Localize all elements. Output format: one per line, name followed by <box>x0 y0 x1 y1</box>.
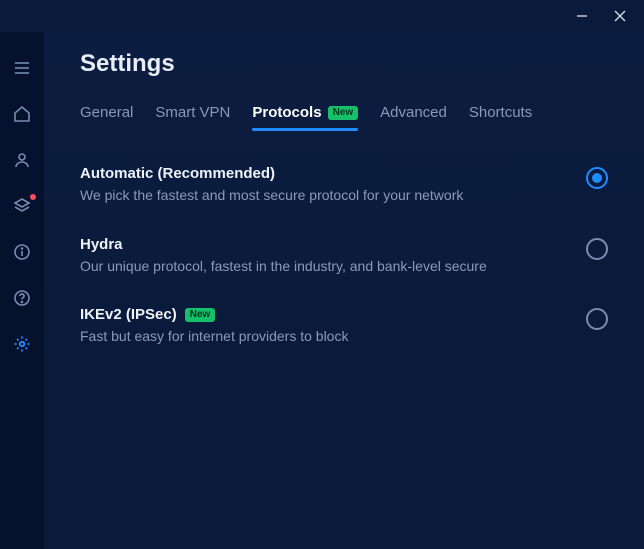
sidebar <box>0 32 44 549</box>
option-text: Automatic (Recommended) We pick the fast… <box>80 165 566 206</box>
tab-label: Advanced <box>380 104 447 121</box>
option-title: Automatic (Recommended) <box>80 165 566 182</box>
window-titlebar <box>0 0 644 32</box>
main-content: Settings General Smart VPN Protocols New… <box>44 32 644 549</box>
page-title: Settings <box>80 50 608 78</box>
protocol-option-hydra[interactable]: Hydra Our unique protocol, fastest in th… <box>80 236 608 277</box>
option-title-text: Hydra <box>80 236 123 253</box>
new-badge: New <box>328 106 359 120</box>
option-title-text: Automatic (Recommended) <box>80 165 275 182</box>
help-icon[interactable] <box>8 284 36 312</box>
tab-label: Shortcuts <box>469 104 532 121</box>
notification-dot-icon <box>30 194 36 200</box>
option-title-text: IKEv2 (IPSec) <box>80 306 177 323</box>
new-badge: New <box>185 308 216 322</box>
user-icon[interactable] <box>8 146 36 174</box>
option-title: Hydra <box>80 236 566 253</box>
home-icon[interactable] <box>8 100 36 128</box>
protocol-option-ikev2[interactable]: IKEv2 (IPSec) New Fast but easy for inte… <box>80 306 608 347</box>
minimize-button[interactable] <box>574 8 590 24</box>
settings-icon[interactable] <box>8 330 36 358</box>
settings-tabs: General Smart VPN Protocols New Advanced… <box>80 104 608 131</box>
tab-label: Protocols <box>252 104 321 121</box>
protocol-option-automatic[interactable]: Automatic (Recommended) We pick the fast… <box>80 165 608 206</box>
close-button[interactable] <box>612 8 628 24</box>
menu-icon[interactable] <box>8 54 36 82</box>
option-description: We pick the fastest and most secure prot… <box>80 186 566 206</box>
tab-general[interactable]: General <box>80 104 133 131</box>
option-description: Fast but easy for internet providers to … <box>80 327 566 347</box>
tab-shortcuts[interactable]: Shortcuts <box>469 104 532 131</box>
radio-button[interactable] <box>586 238 608 260</box>
option-description: Our unique protocol, fastest in the indu… <box>80 257 566 277</box>
info-icon[interactable] <box>8 238 36 266</box>
radio-button[interactable] <box>586 308 608 330</box>
layers-icon[interactable] <box>8 192 36 220</box>
radio-button[interactable] <box>586 167 608 189</box>
tab-advanced[interactable]: Advanced <box>380 104 447 131</box>
tab-smart-vpn[interactable]: Smart VPN <box>155 104 230 131</box>
tab-protocols[interactable]: Protocols New <box>252 104 358 131</box>
tab-label: Smart VPN <box>155 104 230 121</box>
option-text: IKEv2 (IPSec) New Fast but easy for inte… <box>80 306 566 347</box>
option-text: Hydra Our unique protocol, fastest in th… <box>80 236 566 277</box>
option-title: IKEv2 (IPSec) New <box>80 306 566 323</box>
tab-label: General <box>80 104 133 121</box>
